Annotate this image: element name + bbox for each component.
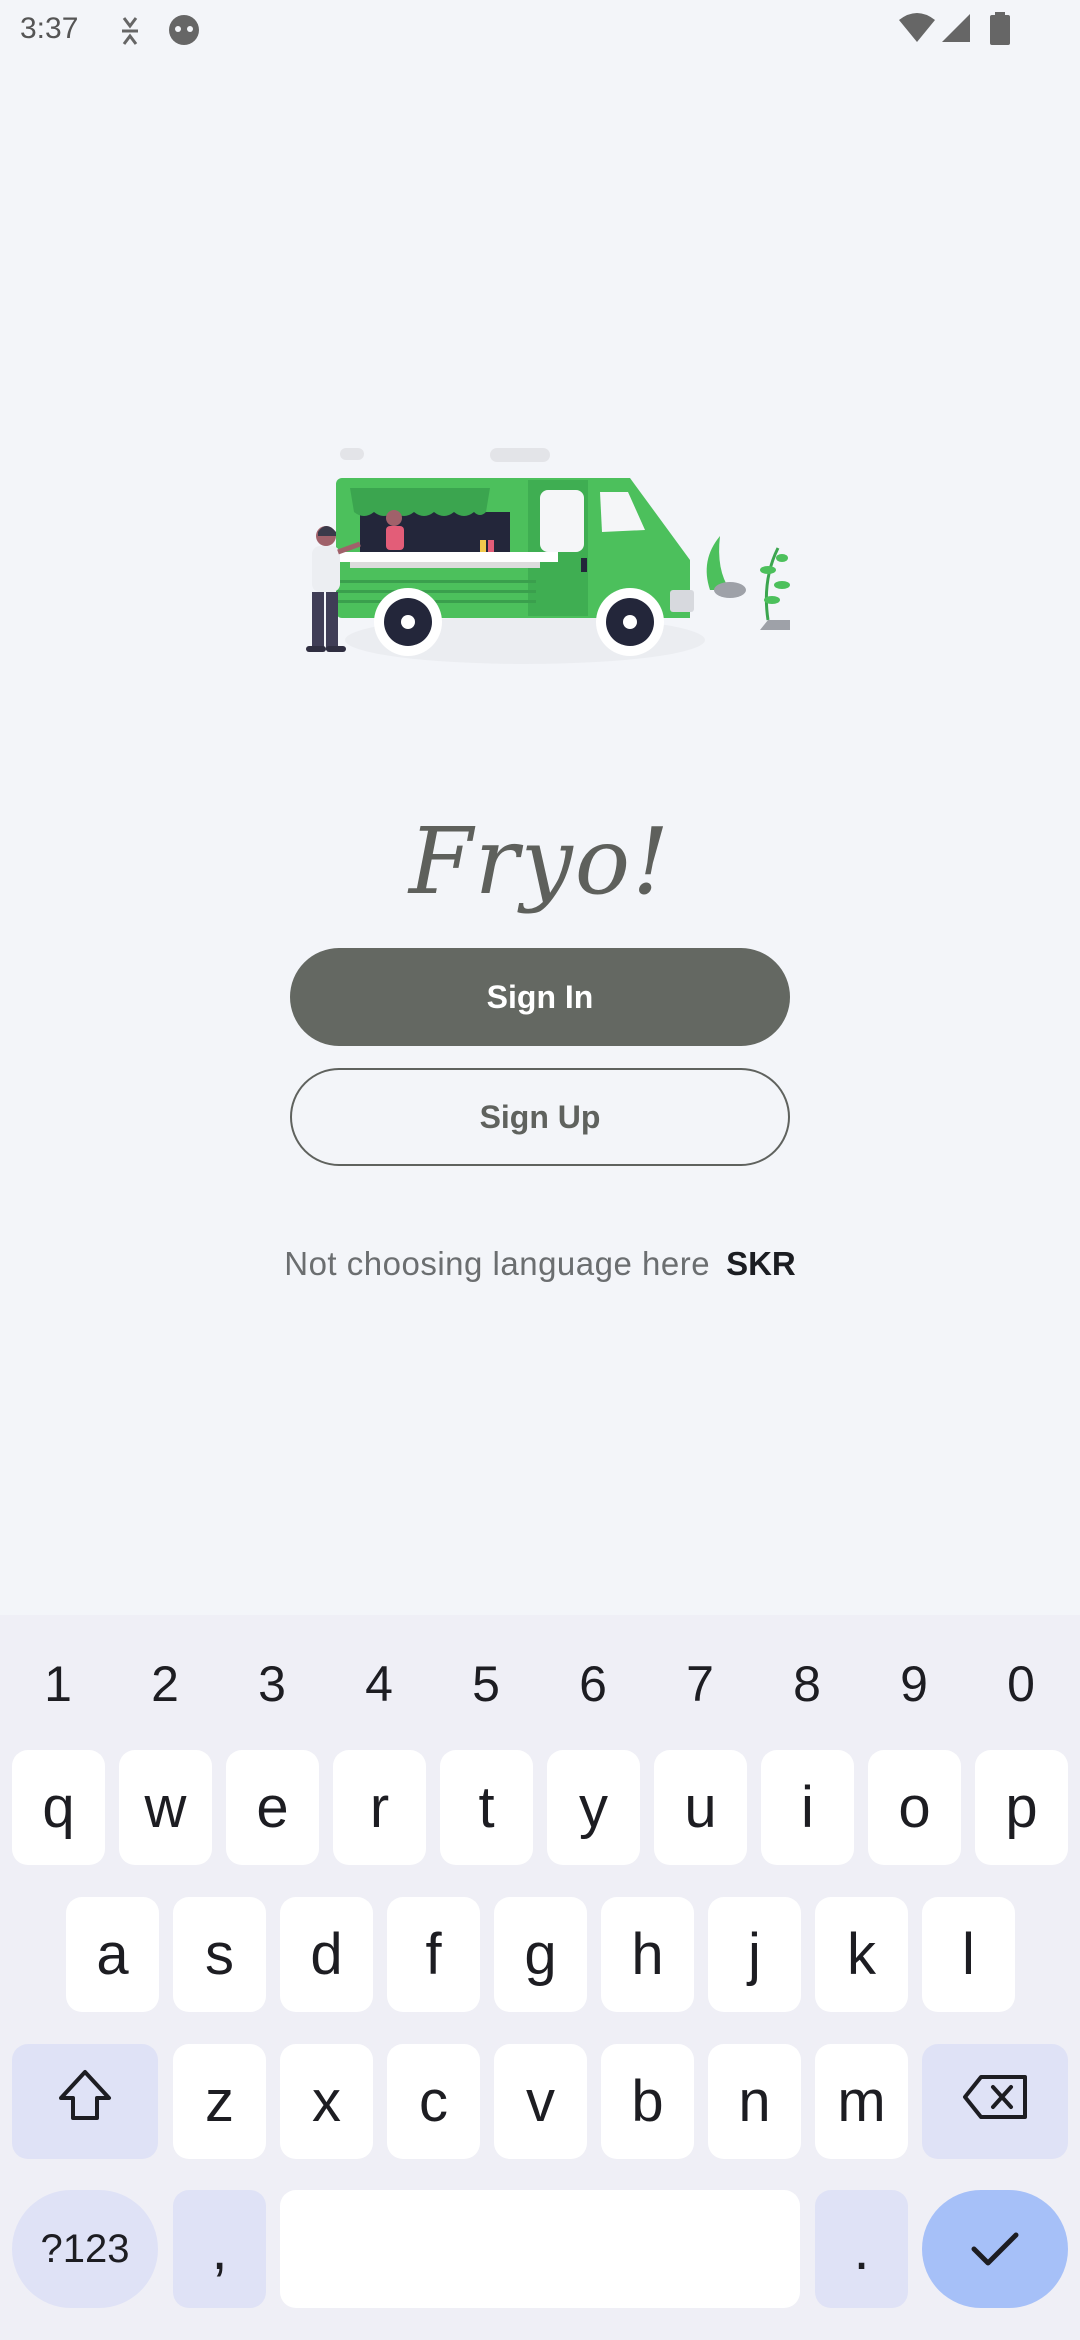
key-i[interactable]: i <box>761 1750 854 1865</box>
comma-key[interactable]: , <box>173 2190 266 2308</box>
backspace-icon <box>961 2068 1029 2135</box>
key-n[interactable]: n <box>708 2044 801 2159</box>
key-h[interactable]: h <box>601 1897 694 2012</box>
key-v[interactable]: v <box>494 2044 587 2159</box>
key-d[interactable]: d <box>280 1897 373 2012</box>
key-l[interactable]: l <box>922 1897 1015 2012</box>
key-c[interactable]: c <box>387 2044 480 2159</box>
key-o[interactable]: o <box>868 1750 961 1865</box>
status-bar: 3:37 <box>0 0 1080 60</box>
key-b[interactable]: b <box>601 2044 694 2159</box>
key-w[interactable]: w <box>119 1750 212 1865</box>
status-time: 3:37 <box>20 12 79 45</box>
key-4[interactable]: 4 <box>339 1655 419 1713</box>
battery-icon <box>988 12 1012 51</box>
language-label: Not choosing language here <box>284 1245 711 1282</box>
key-t[interactable]: t <box>440 1750 533 1865</box>
language-row: Not choosing language here SKR <box>0 1245 1080 1283</box>
period-key[interactable]: . <box>815 2190 908 2308</box>
key-8[interactable]: 8 <box>767 1655 847 1713</box>
key-z[interactable]: z <box>173 2044 266 2159</box>
key-3[interactable]: 3 <box>232 1655 312 1713</box>
wifi-icon <box>898 12 936 49</box>
key-1[interactable]: 1 <box>18 1655 98 1713</box>
shift-key[interactable] <box>12 2044 158 2159</box>
app-logo: Fryo! <box>408 808 672 915</box>
android-face-icon <box>166 12 202 53</box>
key-x[interactable]: x <box>280 2044 373 2159</box>
key-a[interactable]: a <box>66 1897 159 2012</box>
key-r[interactable]: r <box>333 1750 426 1865</box>
key-u[interactable]: u <box>654 1750 747 1865</box>
key-2[interactable]: 2 <box>125 1655 205 1713</box>
key-j[interactable]: j <box>708 1897 801 2012</box>
key-6[interactable]: 6 <box>553 1655 633 1713</box>
key-f[interactable]: f <box>387 1897 480 2012</box>
shift-icon <box>55 2068 115 2136</box>
key-k[interactable]: k <box>815 1897 908 2012</box>
enter-key[interactable] <box>922 2190 1068 2308</box>
key-g[interactable]: g <box>494 1897 587 2012</box>
key-p[interactable]: p <box>975 1750 1068 1865</box>
space-key[interactable] <box>280 2190 800 2308</box>
key-m[interactable]: m <box>815 2044 908 2159</box>
key-y[interactable]: y <box>547 1750 640 1865</box>
sign-up-button[interactable]: Sign Up <box>290 1068 790 1166</box>
symbols-key[interactable]: ?123 <box>12 2190 158 2308</box>
checkmark-icon <box>970 2216 1020 2283</box>
food-truck-illustration <box>290 440 806 700</box>
key-q[interactable]: q <box>12 1750 105 1865</box>
key-5[interactable]: 5 <box>446 1655 526 1713</box>
language-code-link[interactable]: SKR <box>726 1245 796 1283</box>
key-0[interactable]: 0 <box>981 1655 1061 1713</box>
key-9[interactable]: 9 <box>874 1655 954 1713</box>
key-s[interactable]: s <box>173 1897 266 2012</box>
number-row: 1 2 3 4 5 6 7 8 9 0 <box>0 1655 1080 1725</box>
backspace-key[interactable] <box>922 2044 1068 2159</box>
sign-in-button[interactable]: Sign In <box>290 948 790 1046</box>
cell-signal-icon <box>940 12 972 49</box>
soft-keyboard: 1 2 3 4 5 6 7 8 9 0 q w e r t y u i o p … <box>0 1615 1080 2340</box>
key-7[interactable]: 7 <box>660 1655 740 1713</box>
usb-debug-icon <box>112 14 148 53</box>
key-e[interactable]: e <box>226 1750 319 1865</box>
